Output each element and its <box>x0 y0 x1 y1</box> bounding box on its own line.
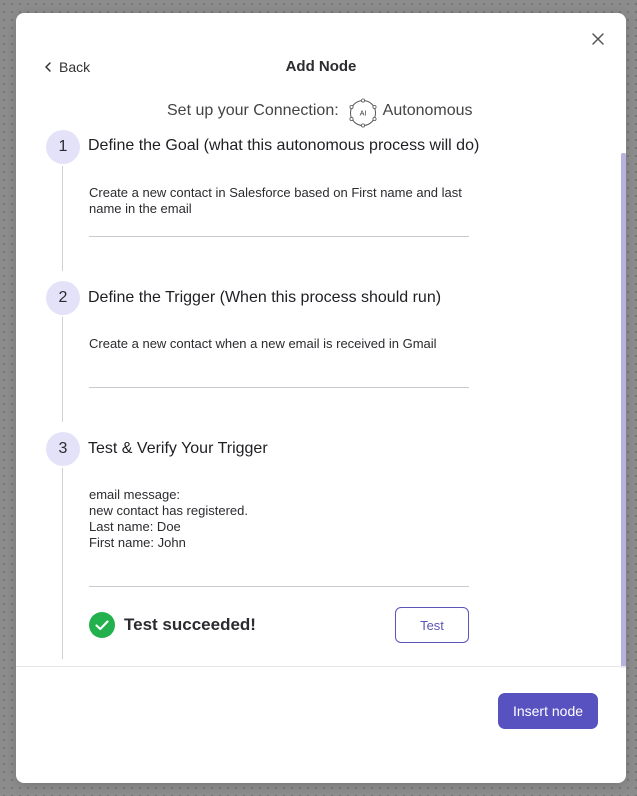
close-icon[interactable] <box>589 30 607 48</box>
step-connector <box>62 468 63 659</box>
check-circle-icon <box>89 612 115 638</box>
scrollbar-thumb[interactable] <box>621 153 626 667</box>
ai-badge-text: AI <box>359 111 366 118</box>
step-connector <box>62 166 63 271</box>
test-message-input[interactable]: email message: new contact has registere… <box>89 487 469 587</box>
insert-node-button[interactable]: Insert node <box>498 693 598 729</box>
footer-divider <box>16 666 626 667</box>
test-button[interactable]: Test <box>395 607 469 643</box>
connection-row: Set up your Connection: AI Autonomous <box>167 96 473 128</box>
connection-name: Autonomous <box>382 102 473 119</box>
modal-title: Add Node <box>285 58 357 75</box>
goal-input[interactable]: Create a new contact in Salesforce based… <box>89 185 469 237</box>
step-title-goal: Define the Goal (what this autonomous pr… <box>88 137 480 154</box>
connection-prefix: Set up your Connection: <box>167 102 339 119</box>
test-status: Test succeeded! <box>89 612 256 638</box>
step-title-trigger: Define the Trigger (When this process sh… <box>88 289 442 306</box>
step-number-2: 2 <box>46 281 80 315</box>
step-connector <box>62 317 63 422</box>
add-node-modal: Back Add Node Set up your Connection: AI… <box>16 13 626 783</box>
step-number-3: 3 <box>46 432 80 466</box>
test-status-text: Test succeeded! <box>124 615 256 634</box>
step-number-1: 1 <box>46 130 80 164</box>
step-title-test: Test & Verify Your Trigger <box>88 440 268 457</box>
trigger-input[interactable]: Create a new contact when a new email is… <box>89 336 469 388</box>
ai-badge-icon: AI <box>348 98 377 128</box>
